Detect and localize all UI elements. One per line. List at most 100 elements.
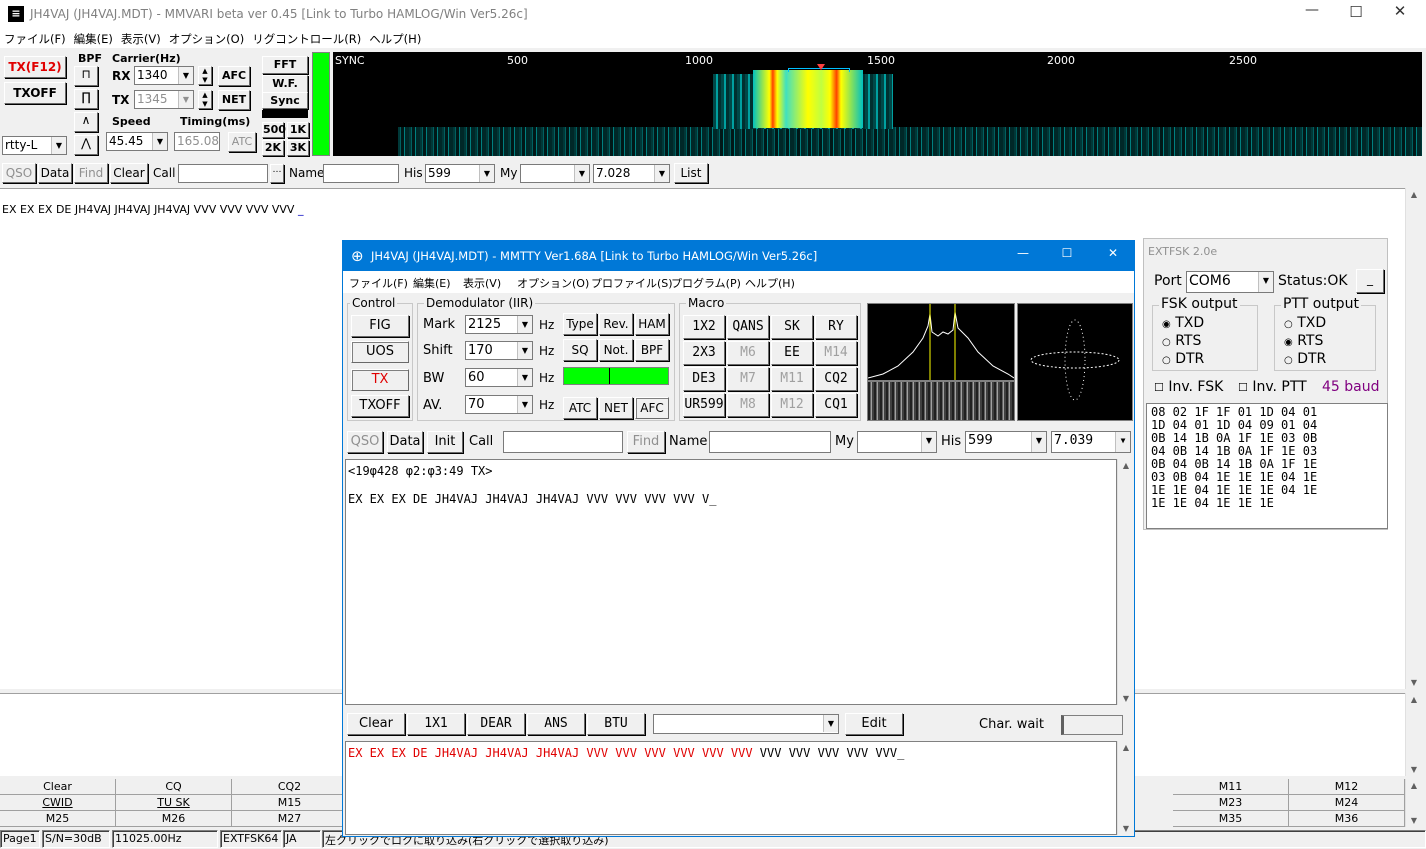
find-button[interactable]: Find — [74, 163, 108, 183]
macro-m15[interactable]: M15 — [232, 795, 348, 811]
mmtty-macro-button[interactable]: QANS — [727, 315, 769, 339]
mmtty-macro-button[interactable]: CQ1 — [815, 393, 857, 417]
mmtty-macro-button[interactable]: DE3 — [683, 367, 725, 391]
menu-view[interactable]: 表示(V) — [117, 28, 165, 47]
not-button[interactable]: Not. — [599, 339, 633, 361]
ptt-txd-radio[interactable]: ○ TXD — [1284, 315, 1326, 331]
mmtty-his-select[interactable]: 599 ▼ — [965, 431, 1047, 453]
menu-help[interactable]: ヘルプ(H) — [365, 28, 425, 47]
type-button[interactable]: Type — [563, 313, 597, 335]
mmtty-rx-area[interactable]: <19φ428 φ2:φ3:49 TX> EX EX EX DE JH4VAJ … — [345, 459, 1117, 705]
frequency-select[interactable]: 7.028 ▼ — [593, 164, 670, 183]
macro-m12[interactable]: M12 — [1289, 779, 1405, 795]
text-select[interactable]: ▼ — [653, 714, 839, 734]
macro-cq[interactable]: CQ — [116, 779, 232, 795]
tx-spin[interactable]: ▲ ▼ — [198, 90, 212, 109]
mmtty-menu-file[interactable]: ファイル(F) — [349, 275, 408, 291]
mmtty-data-button[interactable]: Data — [387, 431, 423, 453]
uos-button[interactable]: UOS — [351, 341, 409, 363]
mmtty-macro-button[interactable]: 2X3 — [683, 341, 725, 365]
mmtty-macro-button[interactable]: M6 — [727, 341, 769, 365]
rx-frequency[interactable]: 1340 ▼ — [134, 66, 194, 85]
timing-field[interactable]: 165.08 — [174, 132, 220, 151]
menu-options[interactable]: オプション(O) — [165, 28, 249, 47]
maximize-icon[interactable]: ☐ — [1346, 3, 1366, 23]
av-select[interactable]: 70 ▼ — [465, 395, 533, 414]
net-button[interactable]: NET — [218, 90, 250, 110]
ptt-dtr-radio[interactable]: ○ DTR — [1284, 351, 1326, 367]
menu-edit[interactable]: 編集(E) — [70, 28, 117, 47]
macro-m25[interactable]: M25 — [0, 811, 116, 827]
status-page[interactable]: Page1 — [0, 830, 40, 848]
sync-button[interactable]: Sync — [262, 92, 308, 109]
ptt-rts-radio[interactable]: ◉ RTS — [1284, 333, 1323, 349]
macro-clear[interactable]: Clear — [0, 779, 116, 795]
afc-button[interactable]: AFC — [218, 66, 250, 86]
mmtty-menu-view[interactable]: 表示(V) — [463, 275, 501, 291]
macro-m26[interactable]: M26 — [116, 811, 232, 827]
mmtty-tx-scrollbar[interactable]: ▲ ▼ — [1117, 741, 1133, 835]
macro-m23[interactable]: M23 — [1173, 795, 1289, 811]
mmtty-afc-button[interactable]: AFC — [635, 397, 669, 419]
mmtty-find-button[interactable]: Find — [627, 431, 665, 453]
mmtty-menu-help[interactable]: ヘルプ(H) — [745, 275, 795, 291]
mmtty-rx-scrollbar[interactable]: ▲ ▼ — [1117, 459, 1133, 705]
atc-button[interactable]: ATC — [228, 132, 256, 152]
macro-ans-button[interactable]: ANS — [527, 713, 585, 735]
mmtty-txoff-button[interactable]: TXOFF — [351, 395, 409, 417]
macro-m27[interactable]: M27 — [232, 811, 348, 827]
tx-frequency[interactable]: 1345 ▼ — [134, 90, 194, 109]
ham-button[interactable]: HAM — [635, 313, 669, 335]
macro-btu-button[interactable]: BTU — [587, 713, 645, 735]
his-rst-select[interactable]: 599 ▼ — [425, 164, 495, 183]
macro-tu-sk[interactable]: TU SK — [116, 795, 232, 811]
inv-fsk-checkbox[interactable]: ☐ Inv. FSK — [1154, 379, 1223, 395]
fsk-dtr-radio[interactable]: ○ DTR — [1162, 351, 1204, 367]
fsk-rts-radio[interactable]: ○ RTS — [1162, 333, 1201, 349]
bpf-wide-button[interactable]: ⊓ — [74, 66, 98, 86]
mmtty-macro-button[interactable]: M14 — [815, 341, 857, 365]
my-rst-select[interactable]: ▼ — [520, 164, 590, 183]
menu-file[interactable]: ファイル(F) — [0, 28, 70, 47]
bpf-sharp-button[interactable]: ⋀ — [74, 135, 98, 155]
mmtty-minimize-icon[interactable]: — — [1013, 246, 1033, 260]
mmtty-menu-profile[interactable]: プロファイル(S) — [591, 275, 673, 291]
fig-button[interactable]: FIG — [351, 315, 409, 337]
tx-scrollbar[interactable]: ▲ ▼ — [1405, 693, 1422, 776]
bw-select[interactable]: 60 ▼ — [465, 368, 533, 387]
mmtty-my-select[interactable]: ▼ — [857, 431, 937, 453]
sq-button[interactable]: SQ — [563, 339, 597, 361]
mmtty-macro-button[interactable]: RY — [815, 315, 857, 339]
mmtty-macro-button[interactable]: 1X2 — [683, 315, 725, 339]
mmtty-menu-options[interactable]: オプション(O) — [517, 275, 589, 291]
waterfall-button[interactable]: W.F. — [262, 75, 308, 93]
macro-m36[interactable]: M36 — [1289, 811, 1405, 827]
waterfall-display[interactable]: SYNC 500 1000 1500 2000 2500 — [333, 52, 1422, 156]
edit-button[interactable]: Edit — [845, 713, 903, 735]
macro-scrollbar[interactable]: ▲ ▼ — [1405, 779, 1422, 827]
mmtty-macro-button[interactable]: M7 — [727, 367, 769, 391]
name-input[interactable] — [323, 164, 399, 183]
menu-rig-control[interactable]: リグコントロール(R) — [248, 28, 365, 47]
data-button[interactable]: Data — [38, 163, 72, 183]
speed-select[interactable]: 45.45 ▼ — [106, 132, 168, 151]
fft-button[interactable]: FFT — [262, 56, 308, 74]
bpf-narrow-button[interactable]: ∧ — [74, 112, 98, 132]
bw-500-button[interactable]: 500 — [262, 122, 286, 138]
macro-1x1-button[interactable]: 1X1 — [407, 713, 465, 735]
list-button[interactable]: List — [674, 163, 708, 183]
mode-select[interactable]: rtty-L ▼ — [2, 136, 67, 155]
macro-dear-button[interactable]: DEAR — [467, 713, 525, 735]
bw-1k-button[interactable]: 1K — [287, 122, 309, 138]
rx-spin[interactable]: ▲ ▼ — [198, 66, 212, 85]
call-input[interactable] — [178, 164, 268, 183]
macro-cwid[interactable]: CWID — [0, 795, 116, 811]
minimize-icon[interactable]: — — [1300, 2, 1324, 24]
tx-button[interactable]: TX(F12) — [4, 56, 66, 78]
mmtty-macro-button[interactable]: M12 — [771, 393, 813, 417]
mmtty-name-input[interactable] — [709, 431, 831, 453]
macro-m35[interactable]: M35 — [1173, 811, 1289, 827]
bw-2k-button[interactable]: 2K — [262, 140, 284, 156]
macro-cq2[interactable]: CQ2 — [232, 779, 348, 795]
shift-select[interactable]: 170 ▼ — [465, 341, 533, 360]
